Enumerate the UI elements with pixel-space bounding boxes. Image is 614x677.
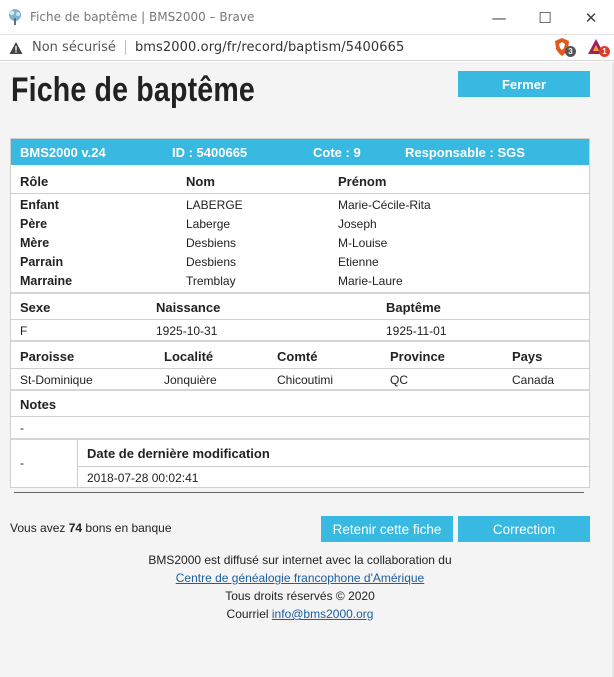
comte-value: Chicoutimi [277,373,334,387]
prenom-parrain: Etienne [338,255,379,269]
footer-email-line: Courriel info@bms2000.org [0,605,600,623]
url-field[interactable]: bms2000.org/fr/record/baptism/5400665 [135,40,404,55]
sexe-value: F [20,324,28,338]
prenom-pere: Joseph [338,217,377,231]
header-sexe: Sexe [20,300,51,315]
header-comte: Comté [277,349,318,364]
tree-icon [4,6,26,28]
prenom-mere: M-Louise [338,236,388,250]
role-enfant: Enfant [20,198,59,212]
role-parrain: Parrain [20,255,64,269]
column-divider [77,439,78,488]
pays-value: Canada [512,373,555,387]
header-bapteme: Baptême [386,300,441,315]
cgfa-link[interactable]: Centre de généalogie francophone d'Améri… [176,571,424,585]
header-nom: Nom [186,174,215,189]
role-mere: Mère [20,236,50,250]
naissance-value: 1925-10-31 [156,324,218,338]
responsable-label: Responsable : SGS [405,145,525,160]
record-bottom-rule [14,492,584,493]
nom-mere: Desbiens [186,236,237,250]
row-divider [11,193,589,194]
page-title: Fiche de baptême [11,71,255,109]
last-modified-value: 2018-07-28 00:02:41 [87,471,199,485]
header-province: Province [390,349,445,364]
header-role: Rôle [20,174,49,189]
row-divider [11,368,589,369]
section-divider [11,340,589,342]
email-link[interactable]: info@bms2000.org [272,607,374,621]
address-bar: Non sécurisé bms2000.org/fr/record/bapti… [0,35,614,61]
prenom-enfant: Marie-Cécile-Rita [338,198,431,212]
record-panel: BMS2000 v.24 ID : 5400665 Cote : 9 Respo… [10,138,590,488]
paroisse-value: St-Dominique [20,373,93,387]
header-naissance: Naissance [156,300,221,315]
close-button[interactable]: Fermer [458,71,590,97]
row-divider [77,466,589,467]
modification-left-value: - [20,456,24,470]
rewards-count-badge: 1 [599,46,610,57]
province-value: QC [390,373,408,387]
minimize-button[interactable]: — [476,0,522,35]
correction-button[interactable]: Correction [458,516,590,542]
role-marraine: Marraine [20,274,73,288]
retain-record-button[interactable]: Retenir cette fiche [321,516,453,542]
warning-icon[interactable] [9,41,23,55]
window-title: Fiche de baptême | BMS2000 – Brave [30,10,255,24]
brave-shield-icon[interactable]: 3 [552,37,576,57]
bank-balance: Vous avez 74 bons en banque [10,521,172,535]
section-divider [11,292,589,294]
nom-enfant: LABERGE [186,198,243,212]
window-titlebar: Fiche de baptême | BMS2000 – Brave — ☐ ✕ [0,0,614,35]
role-pere: Père [20,217,48,231]
nom-pere: Laberge [186,217,231,231]
section-divider [11,438,589,440]
page-footer: BMS2000 est diffusé sur internet avec la… [0,551,600,623]
header-paroisse: Paroisse [20,349,75,364]
header-prenom: Prénom [338,174,387,189]
maximize-button[interactable]: ☐ [522,0,568,35]
record-id: ID : 5400665 [172,145,248,160]
prenom-marraine: Marie-Laure [338,274,403,288]
close-window-button[interactable]: ✕ [568,0,614,35]
nom-marraine: Tremblay [186,274,236,288]
notes-value: - [20,421,24,435]
section-divider [11,389,589,391]
security-label[interactable]: Non sécurisé [32,40,116,55]
bank-prefix: Vous avez [10,521,66,535]
bapteme-value: 1925-11-01 [386,324,447,338]
footer-copyright: Tous droits réservés © 2020 [225,589,375,603]
brave-rewards-icon[interactable]: 1 [586,37,610,57]
header-last-modified: Date de dernière modification [87,446,270,461]
bank-count: 74 [68,521,83,535]
header-pays: Pays [512,349,543,364]
nom-parrain: Desbiens [186,255,237,269]
page-content: Fiche de baptême Fermer BMS2000 v.24 ID … [0,62,614,677]
footer-collaboration-text: BMS2000 est diffusé sur internet avec la… [148,553,452,567]
header-notes: Notes [20,397,57,412]
record-header: BMS2000 v.24 ID : 5400665 Cote : 9 Respo… [11,139,589,165]
email-label: Courriel [226,607,269,621]
shield-count-badge: 3 [565,46,576,57]
row-divider [11,319,589,320]
header-localite: Localité [164,349,214,364]
version-label: BMS2000 v.24 [20,145,106,160]
localite-value: Jonquière [164,373,217,387]
cote-label: Cote : 9 [313,145,361,160]
address-separator [124,40,126,55]
row-divider [11,416,589,417]
bank-suffix: bons en banque [85,521,172,535]
